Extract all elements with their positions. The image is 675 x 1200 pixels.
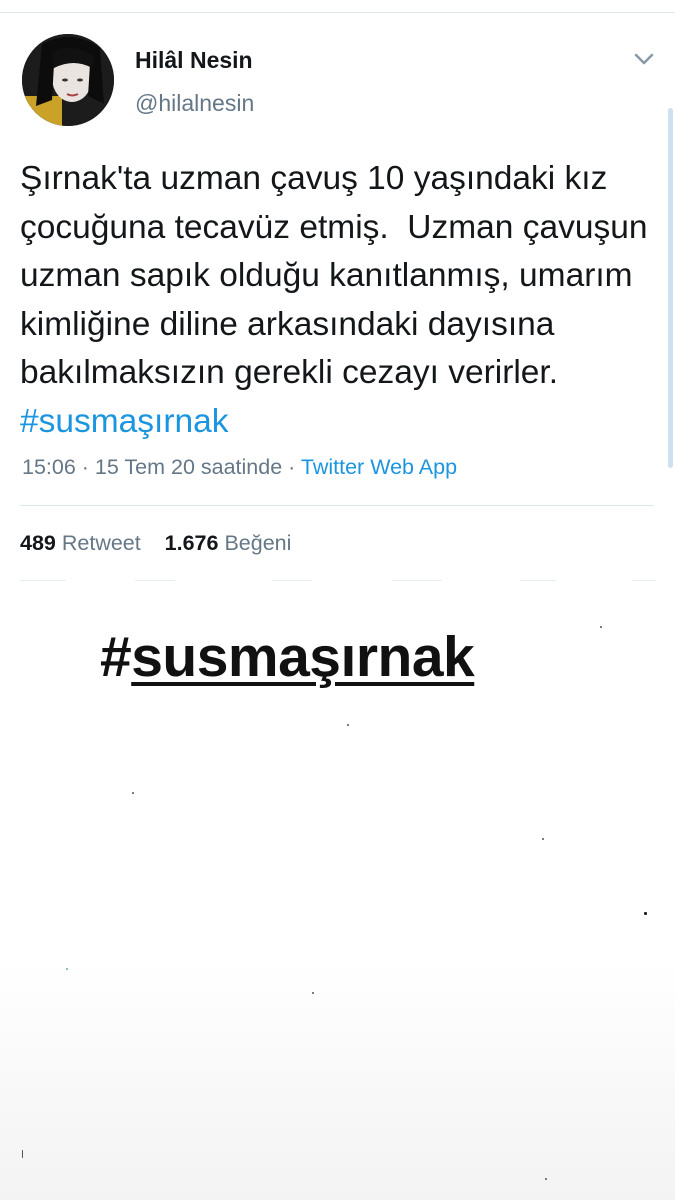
noise-speck <box>132 792 134 794</box>
noise-speck <box>312 992 314 994</box>
tweet-timestamp[interactable]: 15:06 · 15 Tem 20 saatinde · <box>22 455 301 479</box>
tweet-text: Şırnak'ta uzman çavuş 10 yaşındaki kız ç… <box>20 155 660 446</box>
source-app-link[interactable]: Twitter Web App <box>301 455 457 479</box>
stats-divider <box>272 580 312 581</box>
stats-divider <box>632 580 656 581</box>
top-divider <box>0 12 675 13</box>
noise-speck <box>600 626 602 628</box>
engagement-stats: 489 Retweet 1.676 Beğeni <box>20 531 291 556</box>
noise-speck <box>66 968 68 970</box>
stats-divider <box>392 580 442 581</box>
like-count[interactable]: 1.676 <box>165 531 219 555</box>
scrollbar[interactable] <box>668 108 673 468</box>
username-handle[interactable]: @hilalnesin <box>135 90 254 117</box>
overlay-hash: # <box>100 625 132 689</box>
meta-divider <box>20 505 654 506</box>
hashtag-link[interactable]: #susmaşırnak <box>20 403 229 440</box>
stats-divider <box>20 580 66 581</box>
noise-speck <box>347 724 349 726</box>
tweet-body: Şırnak'ta uzman çavuş 10 yaşındaki kız ç… <box>20 160 657 391</box>
retweet-count[interactable]: 489 <box>20 531 56 555</box>
profile-photo-icon <box>22 34 114 126</box>
noise-speck <box>542 838 544 840</box>
noise-speck <box>545 1178 547 1180</box>
stats-divider <box>520 580 556 581</box>
overlay-hashtag-sticker: #susmaşırnak <box>100 624 475 690</box>
tweet-meta: 15:06 · 15 Tem 20 saatinde · Twitter Web… <box>22 455 457 480</box>
display-name[interactable]: Hilâl Nesin <box>135 47 253 74</box>
noise-speck <box>22 1150 23 1158</box>
chevron-down-icon[interactable] <box>632 50 656 68</box>
noise-speck <box>644 912 647 915</box>
stats-divider <box>135 580 175 581</box>
avatar[interactable] <box>22 34 114 126</box>
overlay-word: susmaşırnak <box>131 625 475 689</box>
like-label[interactable]: Beğeni <box>224 531 291 555</box>
retweet-label[interactable]: Retweet <box>62 531 141 555</box>
